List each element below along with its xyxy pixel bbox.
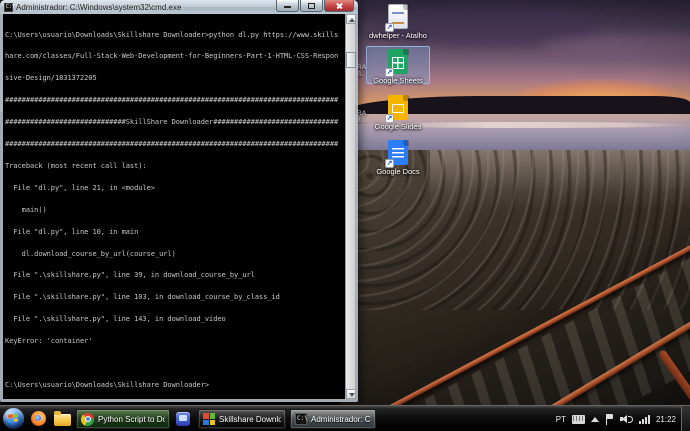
start-button[interactable] xyxy=(3,408,24,429)
shortcut-arrow-icon: ↗ xyxy=(385,159,394,168)
console-text: C:\Users\usuario\Downloads\Skillshare Do… xyxy=(3,14,345,399)
minimize-button[interactable] xyxy=(276,0,299,12)
action-center-flag-icon[interactable] xyxy=(605,414,614,425)
cmd-window: Administrador: C:\Windows\system32\cmd.e… xyxy=(0,0,358,402)
scroll-up-icon[interactable] xyxy=(346,14,356,24)
console-line: KeyError: 'container' xyxy=(5,338,345,345)
show-desktop-button[interactable] xyxy=(681,406,690,431)
windows-logo-icon xyxy=(8,413,18,422)
google-slides-icon: ↗ xyxy=(387,95,409,121)
taskbar-button-label: Python Script to Do... xyxy=(98,415,165,424)
scrollbar-thumb[interactable] xyxy=(346,52,356,68)
taskbar: Python Script to Do... Skillshare Downlo… xyxy=(0,405,690,431)
console-line: ########################################… xyxy=(5,141,345,148)
console-line: hare.com/classes/Full-Stack-Web-Developm… xyxy=(5,53,345,60)
screen: ↗ dwhelper - Atalho ↗ Google Sheets ↗ Go… xyxy=(0,0,690,431)
console-line: Traceback (most recent call last): xyxy=(5,163,345,170)
language-indicator[interactable]: PT xyxy=(556,415,566,424)
cmd-window-icon xyxy=(4,3,13,12)
shortcut-arrow-icon: ↗ xyxy=(385,68,394,77)
console-line: File "dl.py", line 21, in <module> xyxy=(5,185,345,192)
console-output[interactable]: C:\Users\usuario\Downloads\Skillshare Do… xyxy=(3,14,345,399)
system-tray: PT 21:22 xyxy=(556,406,676,431)
google-docs-icon: ↗ xyxy=(387,140,409,166)
close-button[interactable] xyxy=(324,0,354,12)
desktop-icon-google-sheets[interactable]: ↗ Google Sheets xyxy=(364,49,432,85)
blue-app-icon[interactable] xyxy=(176,412,190,426)
network-signal-icon[interactable] xyxy=(639,414,650,424)
icon-label: Google Docs xyxy=(364,168,432,176)
taskbar-button-skillshare-downloader[interactable]: Skillshare Download... xyxy=(198,409,286,429)
console-line: dl.download_course_by_url(course_url) xyxy=(5,251,345,258)
console-line xyxy=(5,360,345,367)
scroll-down-icon[interactable] xyxy=(346,389,356,399)
console-line: File "dl.py", line 10, in main xyxy=(5,229,345,236)
shortcut-file-icon: ↗ xyxy=(387,4,409,30)
explorer-folder-icon[interactable] xyxy=(54,414,71,426)
console-line: #############################SkillShare … xyxy=(5,119,345,126)
taskbar-button-python-script[interactable]: Python Script to Do... xyxy=(76,409,170,429)
taskbar-button-cmd[interactable]: Administrador: C:\W... xyxy=(290,409,376,429)
taskbar-button-label: Skillshare Download... xyxy=(219,415,281,424)
cmd-titlebar[interactable]: Administrador: C:\Windows\system32\cmd.e… xyxy=(0,0,358,14)
maximize-button[interactable] xyxy=(300,0,323,12)
icon-label: dwhelper - Atalho xyxy=(364,32,432,40)
keyboard-icon[interactable] xyxy=(572,415,585,424)
cmd-icon xyxy=(295,413,307,425)
icon-label: Google Sheets xyxy=(364,77,432,85)
google-sheets-icon: ↗ xyxy=(387,49,409,75)
console-line: sive-Design/1831372205 xyxy=(5,75,345,82)
console-line: ########################################… xyxy=(5,97,345,104)
console-scrollbar[interactable] xyxy=(345,14,355,399)
console-prompt-line: C:\Users\usuario\Downloads\Skillshare Do… xyxy=(5,382,345,389)
icon-label: Google Slides xyxy=(364,123,432,131)
show-hidden-icons-icon[interactable] xyxy=(591,417,599,422)
partial-icon-label: RA 3... xyxy=(357,110,373,124)
console-line: File ".\skillshare.py", line 39, in down… xyxy=(5,272,345,279)
taskbar-button-label: Administrador: C:\W... xyxy=(311,415,371,424)
console-line: File ".\skillshare.py", line 143, in dow… xyxy=(5,316,345,323)
console-line: main() xyxy=(5,207,345,214)
shortcut-arrow-icon: ↗ xyxy=(385,114,394,123)
colorful-grid-icon xyxy=(203,413,215,425)
taskbar-clock[interactable]: 21:22 xyxy=(656,415,676,424)
firefox-icon[interactable] xyxy=(31,411,46,426)
shortcut-arrow-icon: ↗ xyxy=(385,23,394,32)
caption-buttons xyxy=(275,0,354,12)
chrome-icon xyxy=(81,413,94,426)
console-line: C:\Users\usuario\Downloads\Skillshare Do… xyxy=(5,32,345,39)
speaker-icon[interactable] xyxy=(620,414,633,425)
desktop-icon-google-docs[interactable]: ↗ Google Docs xyxy=(364,140,432,176)
console-line: File ".\skillshare.py", line 103, in dow… xyxy=(5,294,345,301)
window-title: Administrador: C:\Windows\system32\cmd.e… xyxy=(16,3,275,12)
partial-icon-label: RA S.. xyxy=(357,64,373,78)
desktop-icon-google-slides[interactable]: ↗ Google Slides xyxy=(364,95,432,131)
desktop-icon-dwhelper[interactable]: ↗ dwhelper - Atalho xyxy=(364,4,432,40)
